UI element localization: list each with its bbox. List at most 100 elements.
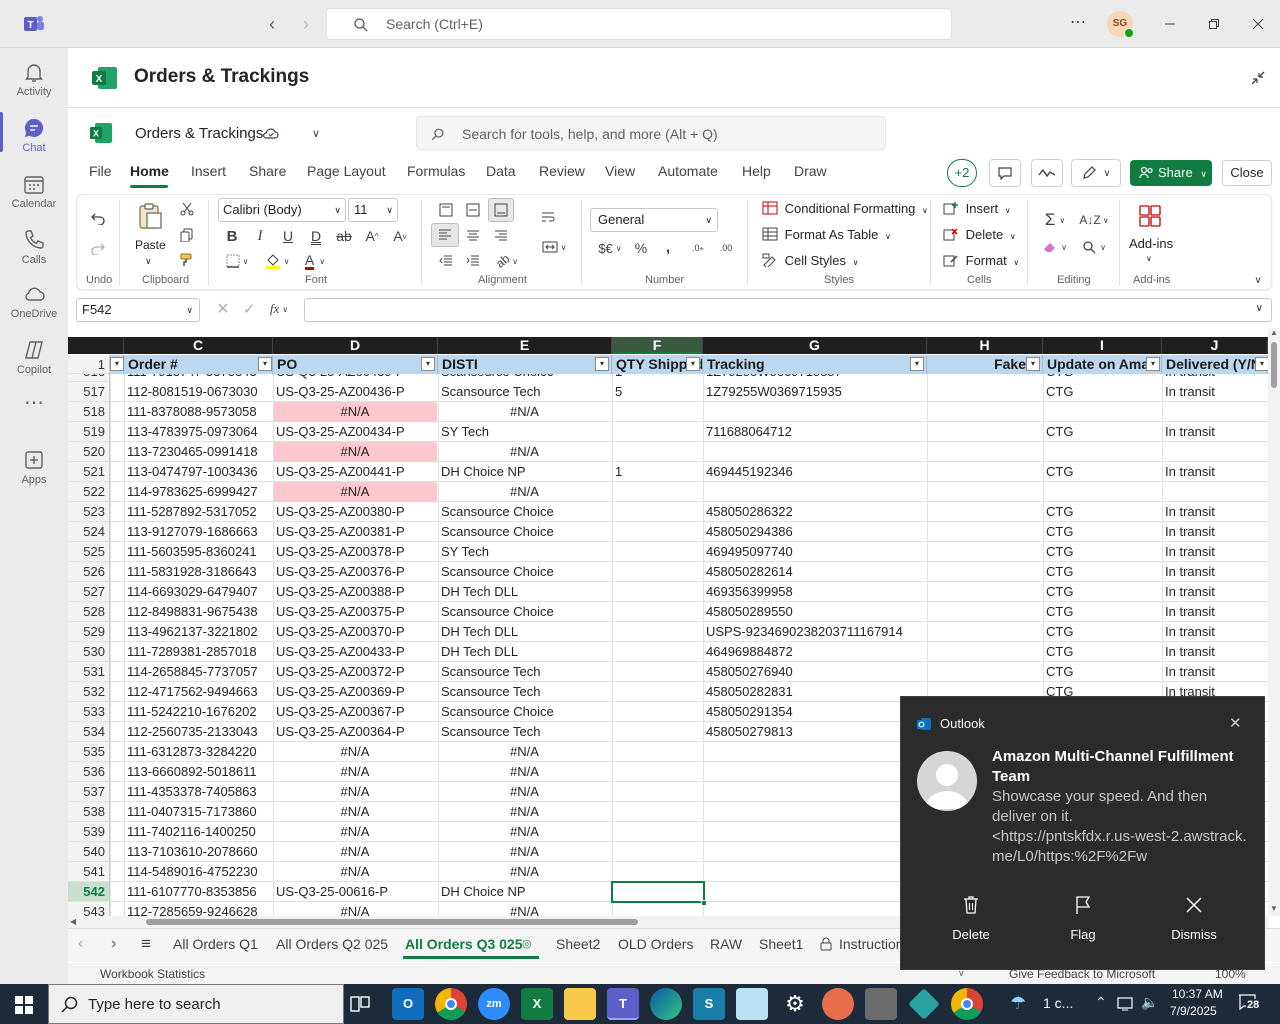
app-taskbar-icon[interactable]: S	[693, 988, 725, 1020]
row-number[interactable]: 535	[68, 742, 110, 762]
tab-automate[interactable]: Automate	[658, 163, 718, 179]
cell-po[interactable]: US-Q3-25-AZ00441-P	[273, 462, 437, 482]
cell-qty[interactable]	[612, 482, 702, 502]
cell-disti[interactable]: #N/A	[438, 762, 611, 782]
cell-order[interactable]: 111-7913747-5373343	[124, 374, 257, 382]
settings-taskbar-icon[interactable]: ⚙	[779, 988, 811, 1020]
cell-po[interactable]: US-Q3-25-AZ00370-P	[273, 622, 437, 642]
cell-order[interactable]: 111-4353378-7405863	[124, 782, 272, 802]
row-number[interactable]: 532	[68, 682, 110, 702]
row-number[interactable]: 534	[68, 722, 110, 742]
more-options-icon[interactable]: ⋯	[1068, 12, 1088, 32]
cell-disti[interactable]: DH Tech DLL	[438, 622, 611, 642]
cell-qty[interactable]	[612, 542, 702, 562]
orientation-icon[interactable]: ab ∨	[490, 251, 524, 271]
cell-order[interactable]: 111-8378088-9573058	[124, 402, 272, 422]
cell-delivered[interactable]	[1162, 482, 1267, 502]
cell-styles-button[interactable]: Cell Styles ∨	[762, 253, 859, 269]
filter-dropdown-button[interactable]: ▾	[686, 357, 700, 371]
format-as-table-button[interactable]: Format As Table ∨	[762, 227, 891, 242]
column-header-C[interactable]: C	[124, 337, 273, 354]
cell-po[interactable]: US-Q3-25-AZ00381-P	[273, 522, 437, 542]
cell-update[interactable]: CTG	[1043, 602, 1161, 622]
cell-po[interactable]: US-Q3-25-AZ00364-P	[273, 722, 437, 742]
windows-start-icon[interactable]	[15, 996, 33, 1014]
paste-label[interactable]: Paste	[135, 238, 166, 252]
ribbon-expand-icon[interactable]: ∨	[1250, 272, 1266, 288]
cell-delivered[interactable]: In transit	[1162, 622, 1267, 642]
row-number[interactable]: 520	[68, 442, 110, 462]
cell-update[interactable]	[1043, 442, 1161, 462]
insert-cells-button[interactable]: Insert ∨	[943, 201, 1011, 216]
borders-icon[interactable]: ∨	[222, 251, 252, 271]
cell-tracking[interactable]	[703, 762, 926, 782]
cell-tracking[interactable]: 469445192346	[703, 462, 926, 482]
cell-po[interactable]: US-Q3-25-AZ00375-P	[273, 602, 437, 622]
conditional-formatting-button[interactable]: Conditional Formatting ∨	[762, 201, 928, 216]
cell-order[interactable]: 112-8498831-9675438	[124, 602, 272, 622]
cell-tracking[interactable]: 458050294386	[703, 522, 926, 542]
cell-qty[interactable]	[612, 442, 702, 462]
autosum-icon[interactable]: Σ ∨	[1038, 210, 1072, 230]
header-cell[interactable]: PO	[273, 355, 438, 374]
rail-item-copilot[interactable]: Copilot	[0, 332, 68, 388]
cell-qty[interactable]	[612, 622, 702, 642]
cell-qty[interactable]	[612, 842, 702, 862]
show-hidden-icons-icon[interactable]: ⌃	[1095, 994, 1107, 1011]
row-number[interactable]: 537	[68, 782, 110, 802]
row-number[interactable]: 542	[68, 882, 110, 902]
row-number[interactable]: 531	[68, 662, 110, 682]
cell-delivered[interactable]: In transit	[1162, 642, 1267, 662]
workbook-statistics[interactable]: Workbook Statistics	[100, 967, 205, 981]
cell-po[interactable]: US-Q3-25-AZ00439-P	[273, 374, 405, 382]
cell-qty[interactable]	[612, 642, 702, 662]
cell-update[interactable]: CTG	[1043, 582, 1161, 602]
cell-update[interactable]: CTG	[1043, 502, 1161, 522]
underline-icon[interactable]: U	[278, 226, 298, 246]
row-number[interactable]: 517	[68, 382, 110, 402]
editing-mode-button[interactable]: ∨	[1071, 159, 1121, 187]
excel-doc-name[interactable]: Orders & Trackings	[135, 125, 263, 142]
cell-delivered[interactable]: In transit	[1162, 602, 1267, 622]
bold-icon[interactable]: B	[222, 226, 242, 246]
vertical-scroll-thumb[interactable]	[1271, 342, 1277, 388]
row-number[interactable]: 525	[68, 542, 110, 562]
cell-delivered[interactable]	[1162, 402, 1267, 422]
cell-tracking[interactable]: 458050282614	[703, 562, 926, 582]
cell-tracking[interactable]	[703, 862, 926, 882]
formula-input[interactable]: ∨	[304, 298, 1272, 322]
cell-tracking[interactable]: 458050289550	[703, 602, 926, 622]
cut-icon[interactable]	[178, 200, 196, 218]
filter-dropdown-button[interactable]: ▾	[595, 357, 609, 371]
zoom-taskbar-icon[interactable]: zm	[478, 988, 510, 1020]
align-bottom-icon[interactable]	[488, 198, 514, 222]
cell-tracking[interactable]: 458050276940	[703, 662, 926, 682]
weather-icon[interactable]: ☂	[1010, 993, 1026, 1014]
tab-review[interactable]: Review	[539, 163, 585, 179]
weather-text[interactable]: 1 c...	[1043, 995, 1073, 1011]
cell-order[interactable]: 113-4783975-0973064	[124, 422, 272, 442]
format-painter-icon[interactable]	[178, 251, 196, 269]
cell-disti[interactable]: Scansource Choice	[438, 374, 554, 382]
notification-center[interactable]: 28	[1238, 994, 1261, 1014]
outlook-taskbar-icon[interactable]: O	[392, 988, 424, 1020]
align-right-icon[interactable]	[491, 226, 511, 246]
cell-delivered[interactable]: In transit	[1162, 374, 1215, 382]
excel-taskbar-icon[interactable]: X	[521, 988, 553, 1020]
cell-disti[interactable]: Scansource Tech	[438, 662, 611, 682]
cell-po[interactable]: #N/A	[273, 742, 437, 762]
cell-qty[interactable]: 5	[612, 382, 702, 402]
number-format-select[interactable]: General ∨	[590, 208, 718, 232]
share-button[interactable]: Share ∨	[1130, 160, 1212, 186]
cell-po[interactable]: #N/A	[273, 762, 437, 782]
italic-icon[interactable]: I	[250, 226, 270, 246]
teams-search-box[interactable]: Search (Ctrl+E)	[326, 8, 952, 40]
subscript-icon[interactable]: Av	[390, 226, 410, 246]
insert-function-icon[interactable]: fx ∨	[264, 300, 294, 318]
cell-delivered[interactable]: In transit	[1162, 382, 1267, 402]
minimize-icon[interactable]	[1160, 14, 1180, 34]
fill-handle[interactable]	[701, 900, 707, 906]
double-underline-icon[interactable]: D	[306, 226, 326, 246]
cell-tracking[interactable]: 464969884872	[703, 642, 926, 662]
tab-formulas[interactable]: Formulas	[407, 163, 465, 179]
